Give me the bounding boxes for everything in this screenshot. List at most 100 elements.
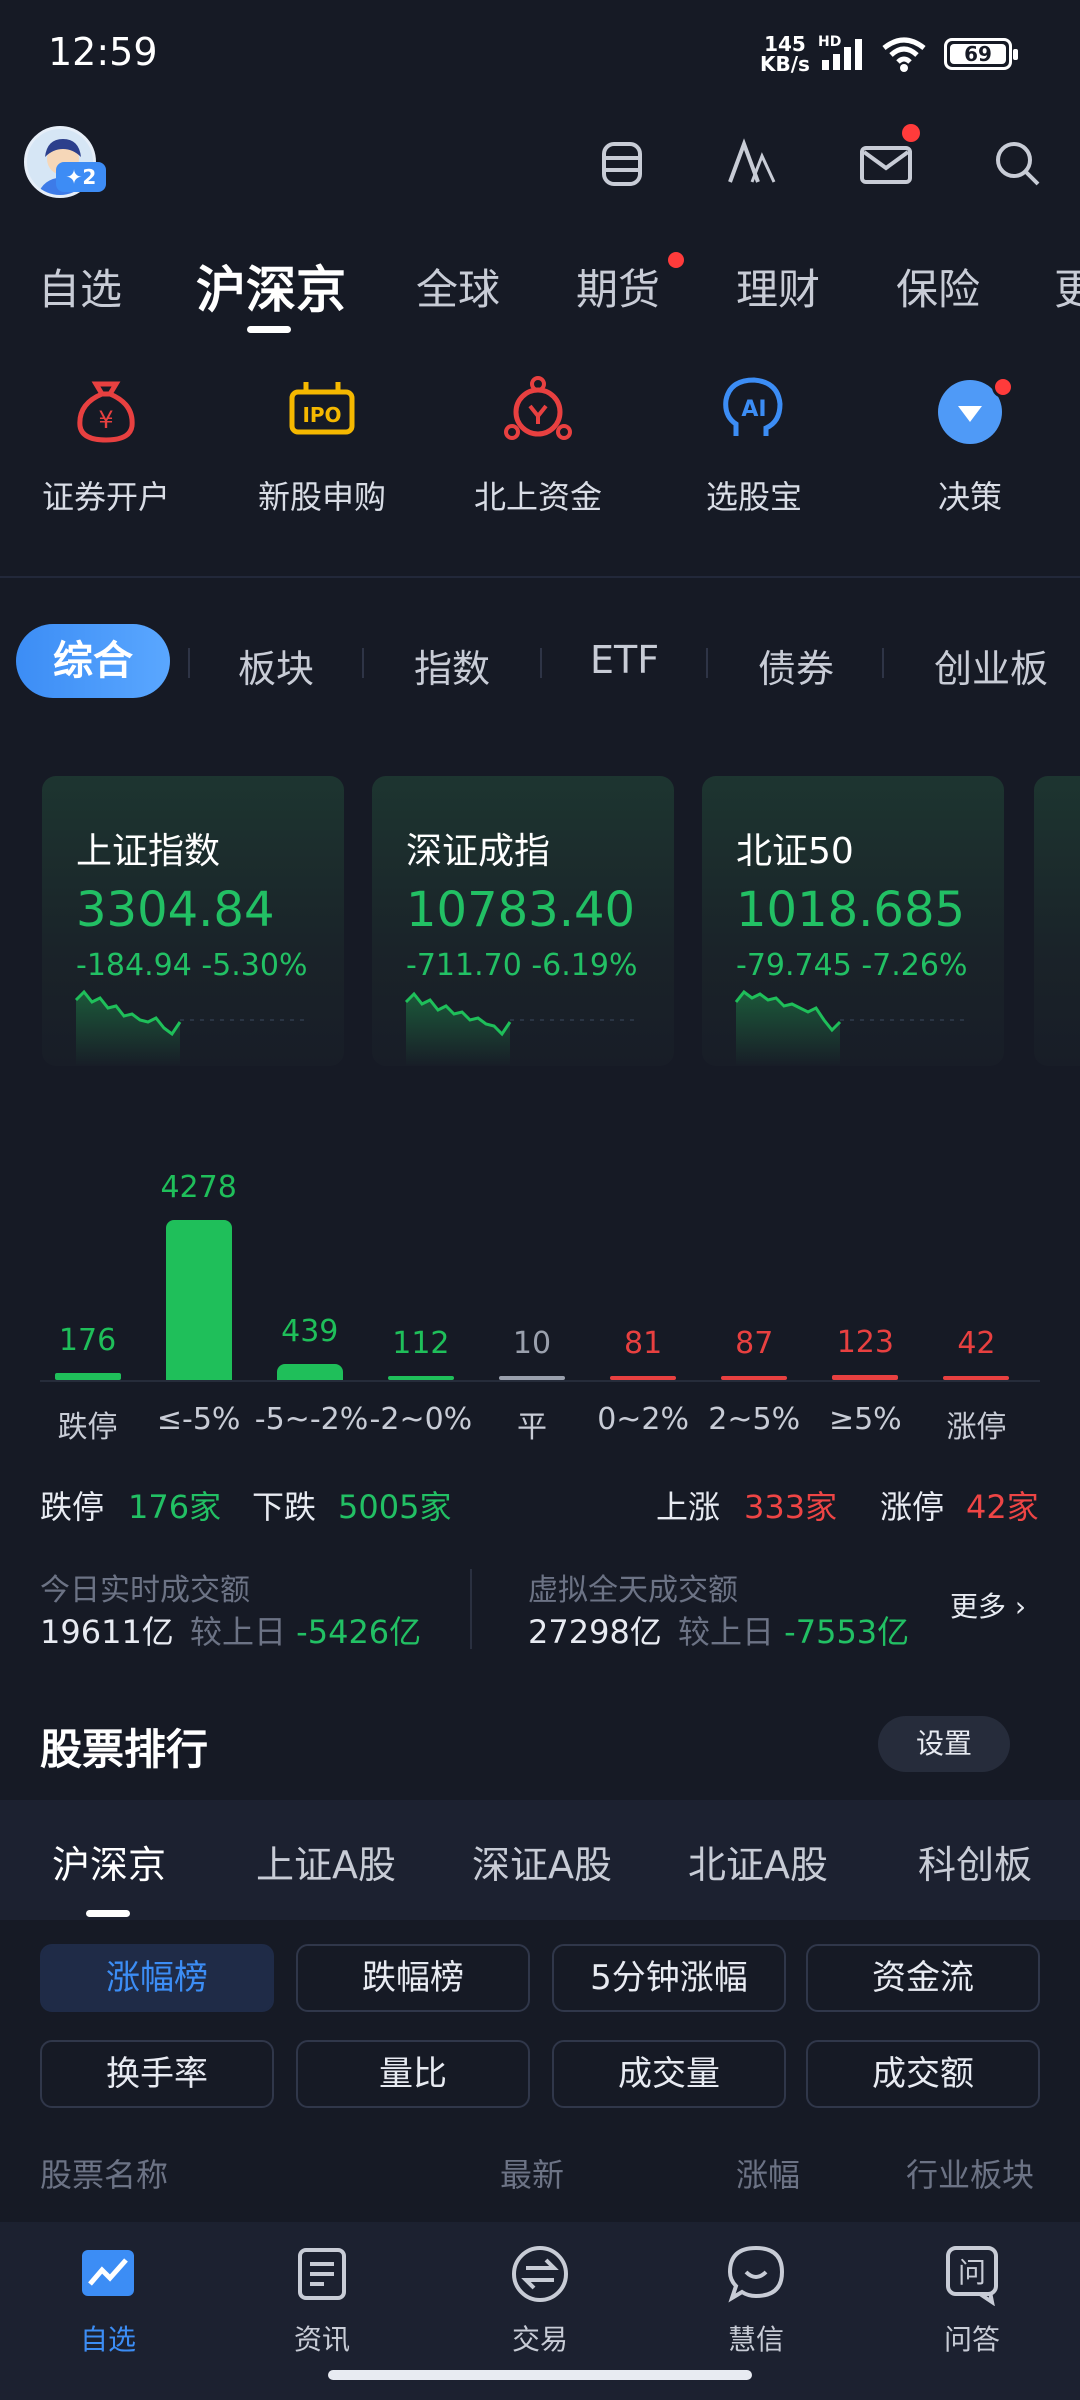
distribution-bar-category: 跌停 xyxy=(57,1410,118,1445)
distribution-bar-value: 4278 xyxy=(160,1170,237,1205)
subtab-bonds[interactable]: 债券 xyxy=(758,638,834,693)
col-latest[interactable]: 最新 xyxy=(500,2150,564,2196)
quick-stock-picker-label: 选股宝 xyxy=(705,478,802,516)
index-value: 1018.685 xyxy=(736,882,966,938)
more-label: 更多 xyxy=(950,1590,1007,1623)
market-tab-bj-a[interactable]: 北证A股 xyxy=(688,1834,828,1889)
distribution-bar xyxy=(276,1364,343,1380)
quick-stock-picker[interactable]: AI 选股宝 xyxy=(664,370,844,518)
index-name: 上证指数 xyxy=(76,831,221,872)
nav-news[interactable]: 资讯 xyxy=(252,2242,392,2358)
col-stock-name[interactable]: 股票名称 xyxy=(40,2150,168,2196)
distribution-bar-category: 0~2% xyxy=(597,1402,690,1437)
chip-5min-gain[interactable]: 5分钟涨幅 xyxy=(552,1944,786,2012)
distribution-bar xyxy=(54,1373,121,1380)
down-label: 下跌 xyxy=(252,1488,317,1526)
chip-top-losers[interactable]: 跌幅榜 xyxy=(296,1944,530,2012)
index-value: 3304.84 xyxy=(76,882,275,938)
market-tab-sz-a[interactable]: 深证A股 xyxy=(472,1834,612,1889)
active-tab-indicator xyxy=(247,326,291,333)
tab-global[interactable]: 全球 xyxy=(416,256,500,317)
sub-tabs: 综合 板块 指数 ETF 债券 创业板 xyxy=(0,620,1080,700)
col-industry[interactable]: 行业板块 xyxy=(906,2150,1034,2196)
tab-insurance[interactable]: 保险 xyxy=(896,256,980,317)
limit-up-label: 涨停 xyxy=(880,1488,945,1526)
tab-watchlist[interactable]: 自选 xyxy=(38,256,122,317)
quick-open-account[interactable]: ¥ 证券开户 xyxy=(16,370,196,518)
virtual-turnover-value: 27298亿 xyxy=(528,1613,662,1651)
chip-top-gainers[interactable]: 涨幅榜 xyxy=(40,1944,274,2012)
qa-icon: 问 xyxy=(946,2246,998,2307)
market-tab-sh-a[interactable]: 上证A股 xyxy=(256,1834,396,1889)
index-change: -184.94 -5.30% xyxy=(76,948,307,983)
index-change-pct: -6.19% xyxy=(531,948,638,983)
mail-icon[interactable] xyxy=(858,136,914,192)
index-card-next[interactable] xyxy=(1034,776,1080,1066)
today-turnover-value: 19611亿 xyxy=(40,1613,174,1651)
distribution-bar-value: 123 xyxy=(836,1325,894,1360)
ranking-market-tabs: 沪深京 上证A股 深证A股 北证A股 科创板 xyxy=(0,1800,1080,1920)
subtab-chinext[interactable]: 创业板 xyxy=(934,638,1048,693)
subtab-etf[interactable]: ETF xyxy=(590,638,659,682)
money-bag-icon: ¥ xyxy=(77,381,135,443)
subtab-sectors[interactable]: 板块 xyxy=(238,638,314,693)
menu-list-icon[interactable] xyxy=(594,136,650,192)
quick-decision[interactable]: 决策 xyxy=(880,370,1060,518)
chip-volume-ratio[interactable]: 量比 xyxy=(296,2040,530,2108)
search-icon[interactable] xyxy=(990,136,1046,192)
news-icon xyxy=(298,2248,346,2300)
tab-more[interactable]: 更 xyxy=(1054,256,1080,317)
distribution-bar xyxy=(165,1220,232,1380)
today-turnover-diff: -5426亿 xyxy=(296,1613,422,1651)
virtual-turnover: 27298亿 较上日 -7553亿 xyxy=(528,1607,909,1653)
quick-northbound[interactable]: 北上资金 xyxy=(448,370,628,518)
index-value: 10783.40 xyxy=(406,882,636,938)
ranking-settings-button[interactable]: 设置 xyxy=(878,1716,1010,1772)
distribution-bar-value: 42 xyxy=(957,1326,996,1361)
index-change-pct: -5.30% xyxy=(201,948,308,983)
distribution-bar-value: 10 xyxy=(512,1326,552,1361)
index-sparkline xyxy=(734,989,970,1066)
nav-qa[interactable]: 问 问答 xyxy=(902,2242,1042,2358)
tab-wealth[interactable]: 理财 xyxy=(736,256,820,317)
font-size-icon[interactable] xyxy=(724,136,780,192)
quick-ipo[interactable]: IPO 新股申购 xyxy=(232,370,412,518)
compare-label: 较上日 xyxy=(189,1613,286,1651)
nav-huixin[interactable]: 慧信 xyxy=(686,2242,826,2358)
index-card-bse50[interactable]: 北证50 1018.685 -79.745 -7.26% xyxy=(702,776,1004,1066)
market-tab-star[interactable]: 科创板 xyxy=(918,1834,1032,1889)
virtual-turnover-label: 虚拟全天成交额 xyxy=(528,1573,738,1608)
index-change-points: -184.94 xyxy=(76,948,192,983)
tab-hushen-jing[interactable]: 沪深京 xyxy=(196,250,346,322)
chip-volume[interactable]: 成交量 xyxy=(552,2040,786,2108)
wifi-icon xyxy=(882,37,926,72)
index-name: 北证50 xyxy=(736,831,854,872)
nav-huixin-label: 慧信 xyxy=(727,2323,784,2356)
col-change[interactable]: 涨幅 xyxy=(736,2150,800,2196)
subtab-separator xyxy=(362,648,364,678)
subtab-separator xyxy=(540,648,542,678)
nav-watchlist[interactable]: 自选 xyxy=(38,2242,178,2358)
index-card-sse[interactable]: 上证指数 3304.84 -184.94 -5.30% xyxy=(42,776,344,1066)
subtab-indices[interactable]: 指数 xyxy=(414,638,490,693)
northbound-icon xyxy=(504,376,572,440)
signal-icon xyxy=(822,39,862,70)
subtab-overview[interactable]: 综合 xyxy=(16,624,170,698)
chip-turnover-rate[interactable]: 换手率 xyxy=(40,2040,274,2108)
distribution-bar-category: 涨停 xyxy=(946,1410,1007,1445)
up-label: 上涨 xyxy=(656,1488,721,1526)
chip-amount[interactable]: 成交额 xyxy=(806,2040,1040,2108)
chip-money-flow[interactable]: 资金流 xyxy=(806,1944,1040,2012)
ipo-icon: IPO xyxy=(289,382,355,435)
index-card-szse[interactable]: 深证成指 10783.40 -711.70 -6.19% xyxy=(372,776,674,1066)
nav-watchlist-label: 自选 xyxy=(79,2323,136,2356)
nav-trade[interactable]: 交易 xyxy=(470,2242,610,2358)
tab-futures[interactable]: 期货 xyxy=(576,256,660,317)
more-link[interactable]: 更多 › xyxy=(950,1585,1026,1625)
compare-label: 较上日 xyxy=(677,1613,774,1651)
svg-text:IPO: IPO xyxy=(302,403,341,427)
avatar-badge-count: 2 xyxy=(82,165,97,189)
market-tab-hushen-jing[interactable]: 沪深京 xyxy=(52,1834,166,1889)
distribution-bar-value: 176 xyxy=(58,1323,117,1358)
index-change-points: -79.745 xyxy=(736,948,852,983)
